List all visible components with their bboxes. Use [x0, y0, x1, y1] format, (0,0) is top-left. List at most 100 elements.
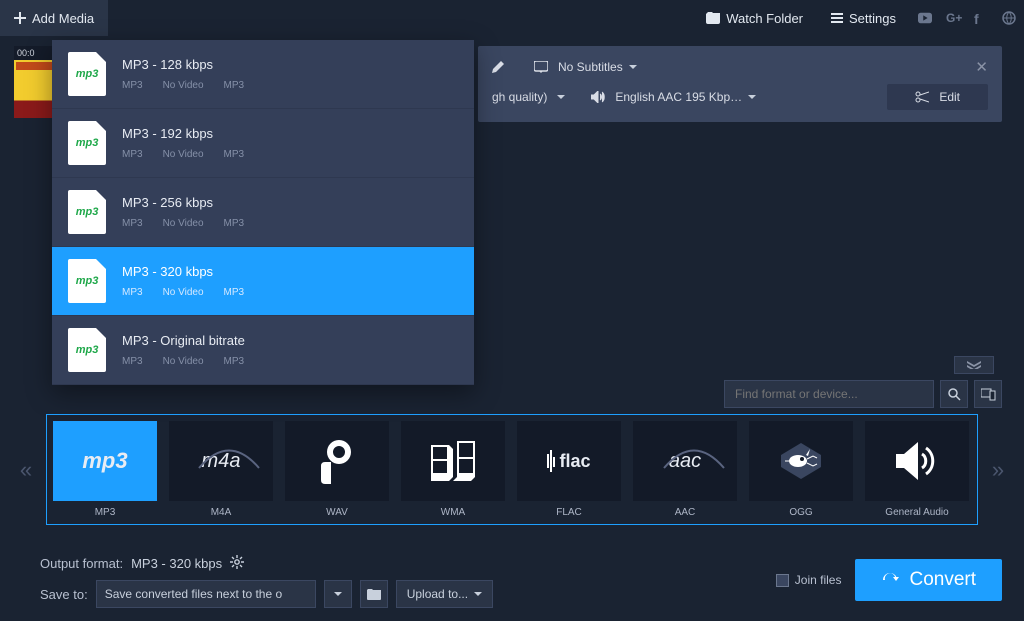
close-panel-button[interactable]: ✕: [975, 58, 988, 76]
upload-to-button[interactable]: Upload to...: [396, 580, 493, 608]
carousel-prev-button[interactable]: «: [6, 415, 46, 525]
format-tile-label: WAV: [326, 507, 348, 518]
aac-icon: aac: [633, 421, 737, 501]
format-tile-wma[interactable]: WMA: [401, 421, 505, 518]
format-tile-ogg[interactable]: OGG: [749, 421, 853, 518]
output-format-value: MP3 - 320 kbps: [131, 556, 222, 571]
format-tile-label: MP3: [95, 507, 116, 518]
watch-folder-icon: [706, 12, 720, 24]
media-thumbnail[interactable]: 00:0: [14, 46, 56, 136]
format-tile-label: FLAC: [556, 507, 582, 518]
carousel-next-button[interactable]: »: [978, 415, 1018, 525]
edit-label: Edit: [939, 90, 960, 104]
preset-tags: MP3No VideoMP3: [122, 149, 244, 160]
chevron-down-icon: [748, 95, 756, 99]
youtube-icon[interactable]: [918, 11, 932, 25]
mp3-icon: mp3: [53, 421, 157, 501]
audio-track-dropdown[interactable]: English AAC 195 Kbp…: [615, 90, 756, 104]
output-format-label: Output format:: [40, 556, 123, 571]
audio-track-value: English AAC 195 Kbp…: [615, 90, 742, 104]
format-search-input[interactable]: [724, 380, 934, 408]
preset-title: MP3 - 128 kbps: [122, 57, 244, 72]
wma-icon: [401, 421, 505, 501]
folder-icon: [367, 589, 381, 600]
settings-label: Settings: [849, 11, 896, 26]
format-tile-label: M4A: [211, 507, 232, 518]
googleplus-icon[interactable]: G+: [946, 11, 960, 25]
quality-fragment: gh quality): [492, 90, 547, 104]
speaker-icon: [591, 91, 605, 103]
collapse-handle[interactable]: [954, 356, 994, 374]
save-to-path[interactable]: Save converted files next to the o: [96, 580, 316, 608]
output-settings-button[interactable]: [230, 555, 244, 572]
chevron-down-icon: [334, 592, 342, 596]
menu-icon: [831, 13, 843, 23]
upload-label: Upload to...: [407, 587, 468, 601]
watch-folder-button[interactable]: Watch Folder: [692, 0, 817, 36]
devices-button[interactable]: [974, 380, 1002, 408]
save-to-label: Save to:: [40, 587, 88, 602]
format-tile-wav[interactable]: WAV: [285, 421, 389, 518]
chevron-down-icon[interactable]: [557, 95, 565, 99]
format-carousel-track: mp3 MP3 m4a M4A WAV WMA flac FLAC aac AAC OGG Gener…: [46, 414, 978, 525]
thumbnail-timecode: 00:0: [14, 46, 56, 60]
search-icon: [948, 388, 961, 401]
file-options-panel: No Subtitles ✕ gh quality) English AAC 1…: [478, 46, 1002, 122]
join-files-label: Join files: [795, 573, 842, 587]
format-tile-flac[interactable]: flac FLAC: [517, 421, 621, 518]
pencil-icon[interactable]: [492, 61, 504, 73]
search-button[interactable]: [940, 380, 968, 408]
file-mp3-icon: mp3: [68, 121, 106, 165]
file-mp3-icon: mp3: [68, 52, 106, 96]
format-tile-label: OGG: [789, 507, 812, 518]
convert-label: Convert: [909, 569, 976, 591]
preset-tags: MP3No VideoMP3: [122, 80, 244, 91]
chevron-down-icon: [629, 65, 637, 69]
format-tile-speaker[interactable]: General Audio: [865, 421, 969, 518]
thumbnail-image: [14, 60, 56, 118]
format-carousel: « mp3 MP3 m4a M4A WAV WMA flac FLAC aac AAC OGG Gen…: [0, 414, 1024, 525]
format-tile-m4a[interactable]: m4a M4A: [169, 421, 273, 518]
format-tile-label: WMA: [441, 507, 465, 518]
facebook-icon[interactable]: f: [974, 11, 988, 25]
settings-button[interactable]: Settings: [817, 0, 910, 36]
preset-item[interactable]: mp3 MP3 - 192 kbps MP3No VideoMP3: [52, 109, 474, 178]
globe-icon[interactable]: [1002, 11, 1016, 25]
ogg-icon: [749, 421, 853, 501]
devices-icon: [981, 388, 996, 401]
preset-tags: MP3No VideoMP3: [122, 287, 244, 298]
preset-tags: MP3No VideoMP3: [122, 356, 245, 367]
preset-item[interactable]: mp3MP3 - 320 kbpsMP3No VideoMP3: [52, 247, 474, 316]
convert-button[interactable]: Convert: [855, 559, 1002, 601]
wav-icon: [285, 421, 389, 501]
refresh-icon: [881, 571, 899, 589]
preset-item[interactable]: mp3MP3 - Original bitrateMP3No VideoMP3: [52, 316, 474, 385]
preset-title: MP3 - 192 kbps: [122, 126, 244, 141]
bottom-right-actions: Join files Convert: [776, 559, 1002, 601]
watch-folder-label: Watch Folder: [726, 11, 803, 26]
format-tile-label: General Audio: [885, 507, 948, 518]
subtitles-dropdown[interactable]: No Subtitles: [558, 60, 637, 74]
preset-tags: MP3No VideoMP3: [122, 218, 244, 229]
format-preset-dropdown: mp3MP3 - 128 kbpsMP3No VideoMP3mp3MP3 - …: [52, 40, 474, 385]
preset-item[interactable]: mp3 MP3 - 128 kbps MP3No VideoMP3: [52, 40, 474, 109]
format-tile-aac[interactable]: aac AAC: [633, 421, 737, 518]
m4a-icon: m4a: [169, 421, 273, 501]
add-media-button[interactable]: Add Media: [0, 0, 108, 36]
checkbox-icon: [776, 574, 789, 587]
preset-title: MP3 - 256 kbps: [122, 195, 244, 210]
file-mp3-icon: mp3: [68, 259, 106, 303]
file-mp3-icon: mp3: [68, 328, 106, 372]
plus-icon: [14, 12, 26, 24]
save-to-dropdown-button[interactable]: [324, 580, 352, 608]
format-tile-label: AAC: [675, 507, 696, 518]
join-files-checkbox[interactable]: Join files: [776, 573, 842, 587]
social-links: G+ f: [910, 0, 1024, 36]
flac-icon: flac: [517, 421, 621, 501]
top-toolbar: Add Media Watch Folder Settings G+ f: [0, 0, 1024, 36]
format-tile-mp3[interactable]: mp3 MP3: [53, 421, 157, 518]
edit-button[interactable]: Edit: [887, 84, 988, 110]
format-search-row: [54, 380, 1002, 408]
preset-item[interactable]: mp3MP3 - 256 kbpsMP3No VideoMP3: [52, 178, 474, 247]
browse-folder-button[interactable]: [360, 580, 388, 608]
